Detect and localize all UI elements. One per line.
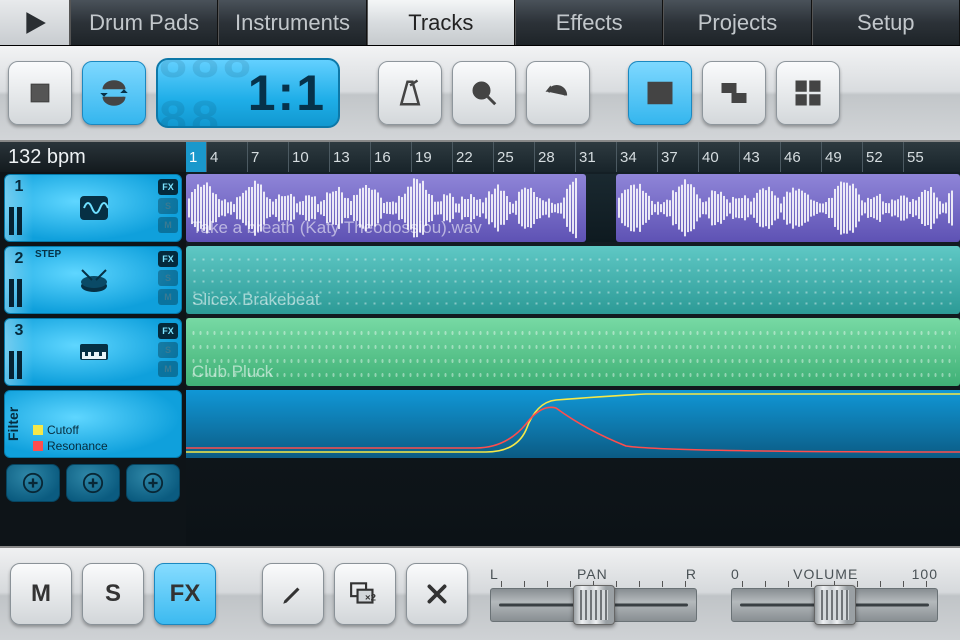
svg-text:×2: ×2 [365, 592, 376, 603]
mute-button[interactable]: M [10, 563, 72, 625]
duplicate-icon: ×2 [349, 581, 381, 607]
fx-button[interactable]: FX [154, 563, 216, 625]
top-tabs: Drum Pads Instruments Tracks Effects Pro… [0, 0, 960, 46]
clips-icon [719, 78, 749, 108]
automation-legend: Cutoff Resonance [27, 391, 181, 457]
solo-chip[interactable]: S [158, 342, 178, 358]
pencil-icon [280, 581, 306, 607]
audio-track-icon [33, 175, 155, 241]
tab-instruments[interactable]: Instruments [218, 0, 366, 45]
audio-clip[interactable]: Take a breath (Katy Theodossiou).wav [186, 174, 586, 242]
track-lane-1[interactable]: Take a breath (Katy Theodossiou).wav [186, 174, 960, 242]
automation-lane[interactable] [186, 390, 960, 458]
step-tag: STEP [35, 249, 61, 260]
view-grid-button[interactable] [776, 61, 840, 125]
clip-label: Club Pluck [192, 362, 273, 382]
duplicate-button[interactable]: ×2 [334, 563, 396, 625]
pattern-clip[interactable]: Slicex Brakebeat [186, 246, 960, 314]
play-icon [22, 10, 48, 36]
fx-chip[interactable]: FX [158, 179, 178, 195]
audio-clip[interactable] [616, 174, 960, 242]
zoom-button[interactable] [452, 61, 516, 125]
track-header-2[interactable]: 2 STEP FXSM [4, 246, 182, 314]
keys-track-icon [33, 319, 155, 385]
tab-drum-pads[interactable]: Drum Pads [70, 0, 218, 45]
track-header-3[interactable]: 3 FXSM [4, 318, 182, 386]
track-lane-2[interactable]: Slicex Brakebeat [186, 246, 960, 314]
solo-button[interactable]: S [82, 563, 144, 625]
add-track-button[interactable] [6, 464, 60, 502]
transport-toolbar: 1:1 [0, 46, 960, 142]
stop-button[interactable] [8, 61, 72, 125]
edit-button[interactable] [262, 563, 324, 625]
plus-icon [22, 472, 44, 494]
mute-chip[interactable]: M [158, 361, 178, 377]
metronome-icon [395, 78, 425, 108]
undo-icon [543, 78, 573, 108]
stop-icon [25, 78, 55, 108]
solo-chip[interactable]: S [158, 198, 178, 214]
loop-button[interactable] [82, 61, 146, 125]
grid-icon [793, 78, 823, 108]
tab-effects[interactable]: Effects [515, 0, 663, 45]
x-icon [424, 581, 450, 607]
view-list-button[interactable] [628, 61, 692, 125]
track-lane-3[interactable]: Club Pluck [186, 318, 960, 386]
metronome-button[interactable] [378, 61, 442, 125]
add-track-button[interactable] [126, 464, 180, 502]
tempo-display[interactable]: 132 bpm [0, 142, 186, 172]
fx-chip[interactable]: FX [158, 323, 178, 339]
pattern-clip[interactable]: Club Pluck [186, 318, 960, 386]
bottom-toolbar: M S FX ×2 LPANR 0VOLUME100 [0, 546, 960, 640]
fx-chip[interactable]: FX [158, 251, 178, 267]
add-track-button[interactable] [66, 464, 120, 502]
solo-chip[interactable]: S [158, 270, 178, 286]
automation-title: Filter [5, 391, 27, 457]
track-headers: 132 bpm 1 FXSM 2 STEP FXSM 3 FXSM Filter… [0, 142, 186, 546]
list-icon [645, 78, 675, 108]
plus-icon [82, 472, 104, 494]
plus-icon [142, 472, 164, 494]
add-track-row [0, 460, 186, 506]
automation-curves [186, 390, 960, 458]
pan-knob[interactable] [573, 585, 615, 625]
clip-label: Take a breath (Katy Theodossiou).wav [192, 218, 482, 238]
play-button[interactable] [0, 0, 70, 45]
pan-slider[interactable]: LPANR [478, 566, 709, 622]
automation-header[interactable]: Filter Cutoff Resonance [4, 390, 182, 458]
tab-setup[interactable]: Setup [812, 0, 960, 45]
undo-button[interactable] [526, 61, 590, 125]
track-header-1[interactable]: 1 FXSM [4, 174, 182, 242]
tab-tracks[interactable]: Tracks [367, 0, 515, 45]
volume-slider[interactable]: 0VOLUME100 [719, 566, 950, 622]
view-clips-button[interactable] [702, 61, 766, 125]
timeline[interactable]: 14710131619222528313437404346495255 Take… [186, 142, 960, 546]
magnifier-icon [469, 78, 499, 108]
bar-ruler[interactable]: 14710131619222528313437404346495255 [186, 142, 960, 172]
clip-label: Slicex Brakebeat [192, 290, 320, 310]
loop-icon [99, 78, 129, 108]
position-display[interactable]: 1:1 [156, 58, 340, 128]
tab-projects[interactable]: Projects [663, 0, 811, 45]
delete-button[interactable] [406, 563, 468, 625]
arrangement-view: 132 bpm 1 FXSM 2 STEP FXSM 3 FXSM Filter… [0, 142, 960, 546]
mute-chip[interactable]: M [158, 217, 178, 233]
volume-knob[interactable] [814, 585, 856, 625]
mute-chip[interactable]: M [158, 289, 178, 305]
